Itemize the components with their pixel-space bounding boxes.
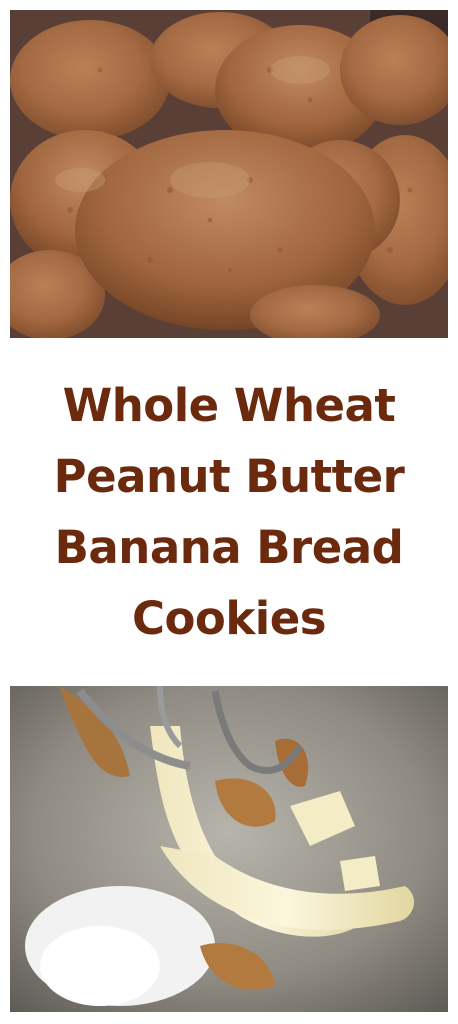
title-line-4: Cookies [131, 592, 327, 645]
title-line-1: Whole Wheat [62, 379, 396, 432]
ingredients-illustration [10, 686, 448, 1012]
title-line-2: Peanut Butter [53, 450, 405, 503]
cookies-illustration [10, 10, 448, 338]
cookies-photo [10, 10, 448, 338]
title-line-3: Banana Bread [54, 521, 404, 574]
ingredients-photo [10, 686, 448, 1012]
recipe-title: Whole Wheat Peanut Butter Banana Bread C… [0, 370, 458, 654]
